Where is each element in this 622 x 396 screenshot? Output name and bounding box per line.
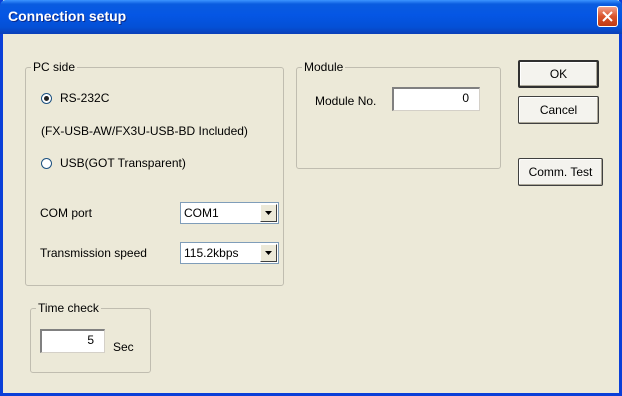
cancel-button[interactable]: Cancel — [518, 96, 599, 124]
rs232c-label[interactable]: RS-232C — [60, 91, 109, 105]
transmission-speed-value: 115.2kbps — [184, 246, 239, 260]
title-bar[interactable]: Connection setup — [0, 0, 622, 34]
module-label: Module — [302, 60, 346, 74]
ok-button[interactable]: OK — [518, 60, 599, 88]
transmission-speed-label: Transmission speed — [40, 246, 147, 260]
com-port-label: COM port — [40, 206, 93, 220]
module-no-input[interactable]: 0 — [392, 87, 480, 111]
com-port-dropdown-button[interactable] — [260, 204, 277, 222]
close-icon — [602, 11, 613, 22]
chevron-down-icon — [265, 211, 272, 215]
rs232c-radio[interactable] — [41, 93, 52, 104]
chevron-down-icon — [265, 251, 272, 255]
rs232c-note: (FX-USB-AW/FX3U-USB-BD Included) — [41, 124, 248, 138]
transmission-speed-dropdown-button[interactable] — [260, 244, 277, 262]
time-check-unit: Sec — [113, 340, 134, 354]
comm-test-button[interactable]: Comm. Test — [518, 158, 603, 186]
com-port-select[interactable]: COM1 — [180, 202, 279, 224]
time-check-value: 5 — [87, 333, 94, 347]
time-check-label: Time check — [36, 301, 101, 315]
close-button[interactable] — [597, 6, 618, 27]
com-port-value: COM1 — [184, 206, 219, 220]
transmission-speed-select[interactable]: 115.2kbps — [180, 242, 279, 264]
module-no-label: Module No. — [315, 94, 377, 108]
time-check-input[interactable]: 5 — [40, 329, 105, 353]
usb-label[interactable]: USB(GOT Transparent) — [60, 156, 186, 170]
module-no-value: 0 — [462, 91, 469, 105]
window-title: Connection setup — [8, 8, 127, 24]
pc-side-label: PC side — [31, 60, 78, 74]
module-group: Module — [296, 60, 501, 169]
connection-setup-dialog: Connection setup PC side RS-232C (FX-USB… — [0, 0, 622, 396]
usb-radio[interactable] — [41, 158, 52, 169]
